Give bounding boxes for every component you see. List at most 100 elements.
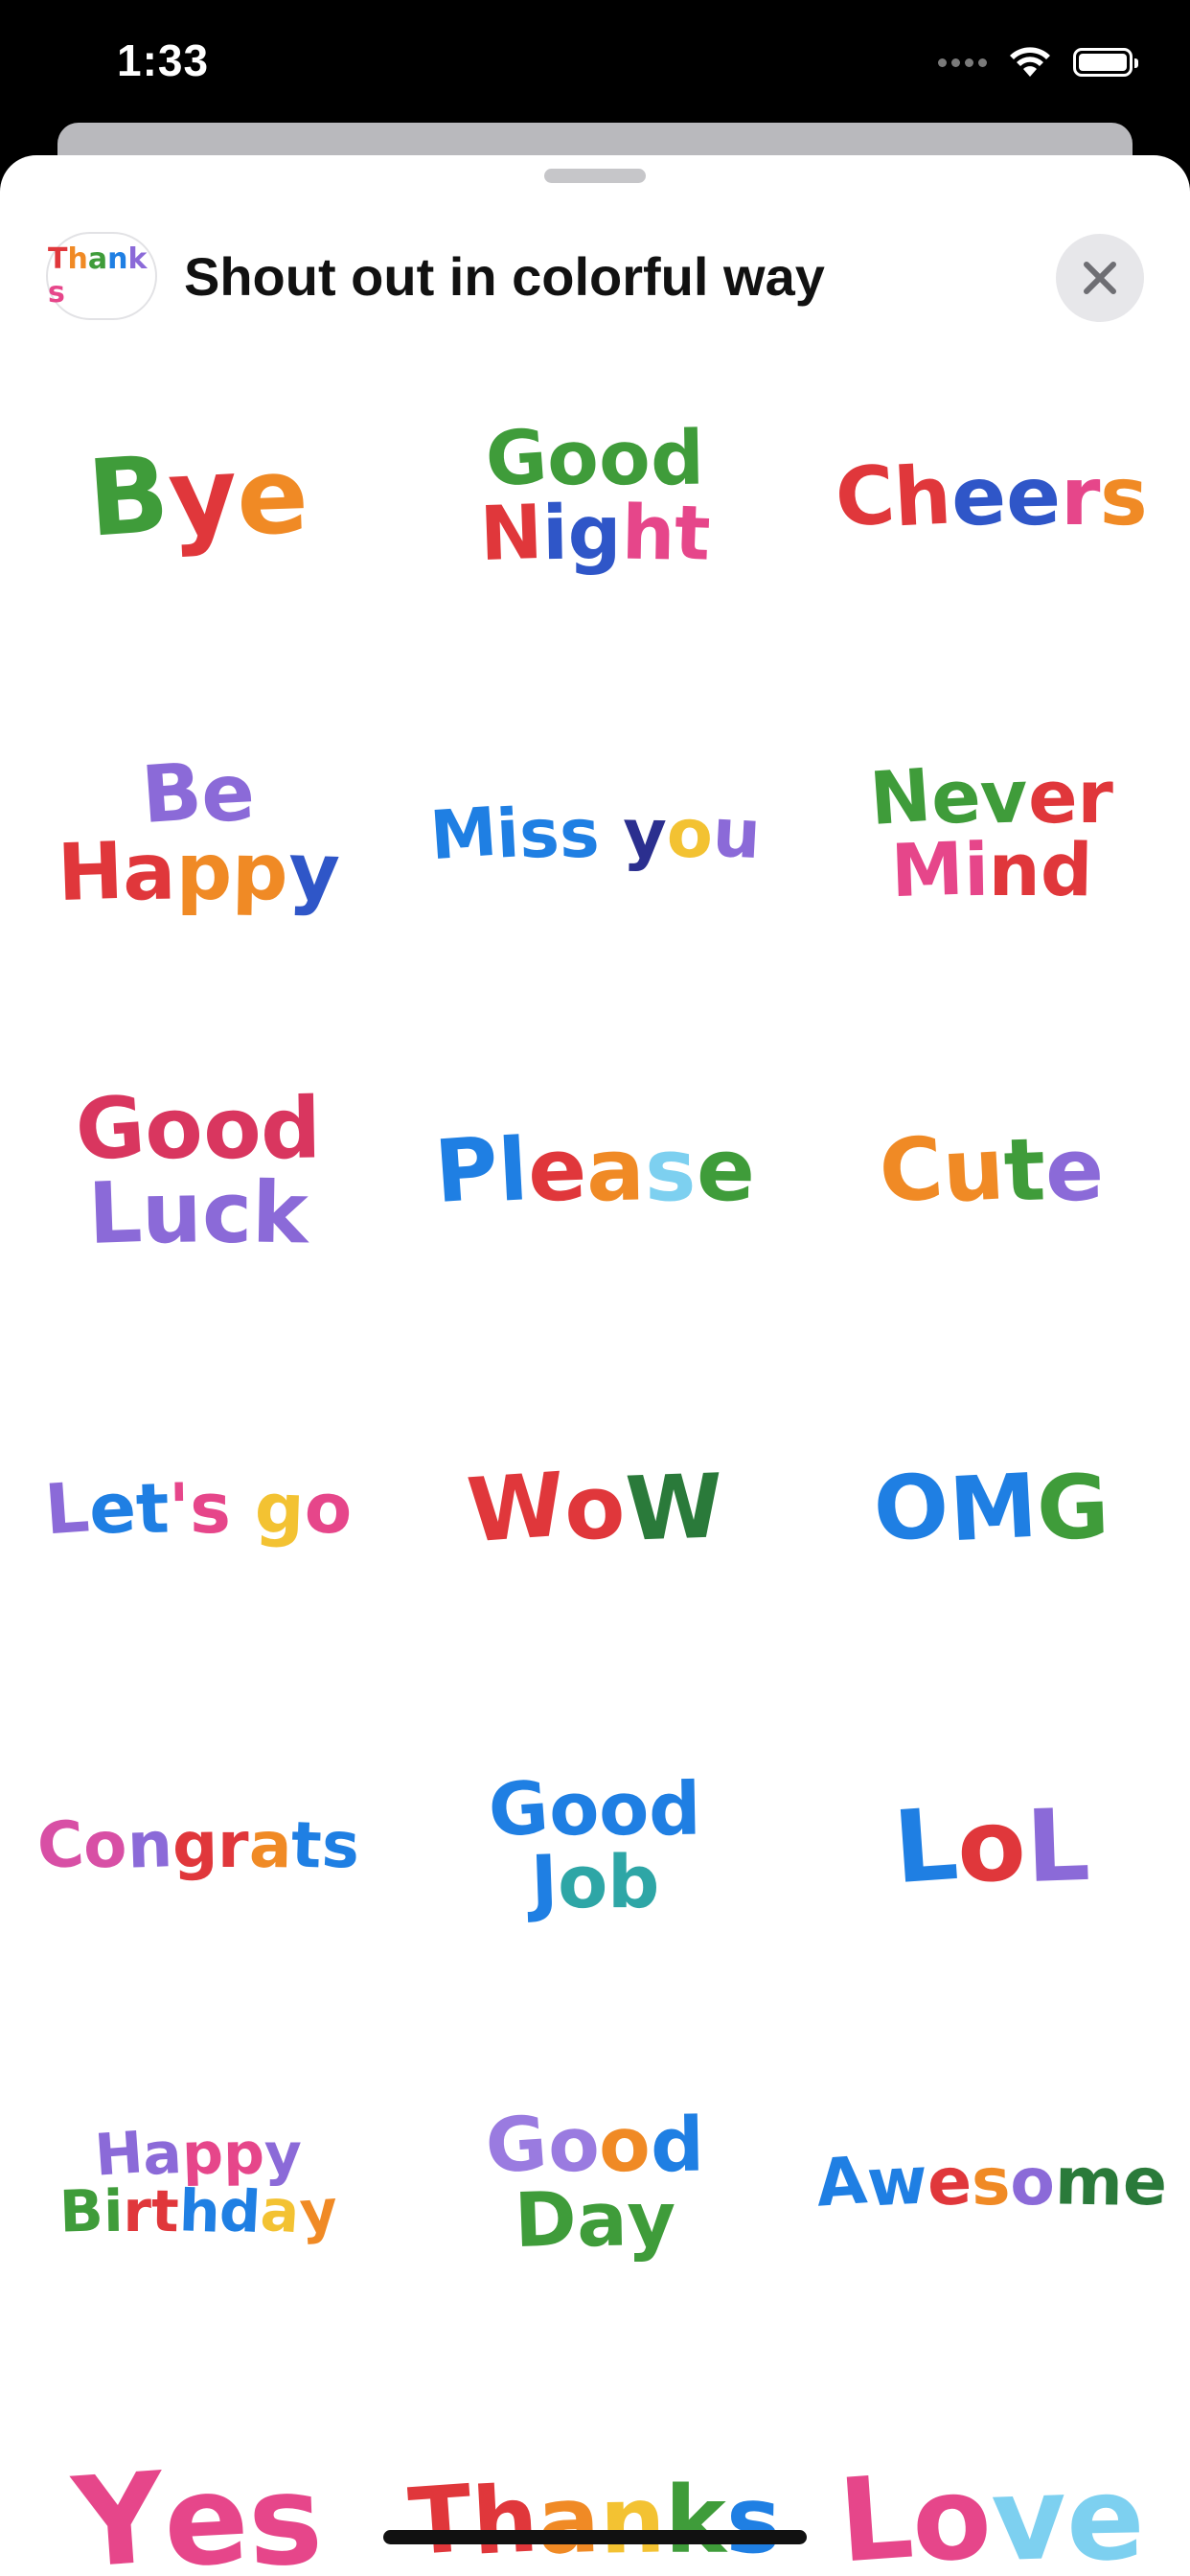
sticker-letter: g <box>172 1807 218 1883</box>
sticker-lettering: Happy Birthday <box>58 2119 339 2247</box>
sticker-omg[interactable]: OMG <box>793 1340 1190 1677</box>
sticker-letter: o <box>665 794 715 874</box>
sticker-letter: r <box>1061 449 1101 543</box>
battery-icon <box>1073 48 1138 77</box>
sticker-line: Good <box>486 1764 701 1853</box>
sticker-letter: o <box>597 415 652 503</box>
sticker-letter: G <box>72 1076 149 1181</box>
sticker-letter: C <box>832 447 898 546</box>
sticker-letter: m <box>1054 2144 1124 2221</box>
sticker-letter: u <box>940 1118 1007 1223</box>
sticker-letter: t <box>673 490 712 578</box>
sticker-letter: p <box>231 826 289 919</box>
sticker-line: Good <box>480 414 711 504</box>
sticker-letter: e <box>950 448 1008 544</box>
sticker-letter: n <box>988 827 1041 912</box>
sticker-letter: s <box>971 2144 1011 2221</box>
sticker-letter: d <box>1039 826 1093 913</box>
sticker-line: Day <box>486 2176 703 2265</box>
sticker-be-happy[interactable]: Be Happy <box>0 665 397 1002</box>
sticker-letter: e <box>86 1466 138 1551</box>
sticker-good-night[interactable]: Good Night <box>397 328 793 665</box>
sticker-line: Happy <box>56 826 341 919</box>
sticker-letter: o <box>597 1765 651 1852</box>
close-icon <box>1084 262 1116 294</box>
status-indicators <box>938 46 1138 79</box>
sticker-let-s-go[interactable]: Let's go <box>0 1340 397 1677</box>
sticker-please[interactable]: Please <box>397 1002 793 1340</box>
sticker-lettering: Let's go <box>42 1466 354 1551</box>
sticker-letter: r <box>123 2178 151 2245</box>
sticker-letter: T <box>405 2464 476 2576</box>
sticker-letter: d <box>649 415 705 503</box>
sticker-cheers[interactable]: Cheers <box>793 328 1190 665</box>
sticker-letter: G <box>483 2100 551 2192</box>
sticker-lettering: Be Happy <box>56 747 341 919</box>
sticker-line: Thanks <box>405 2464 782 2576</box>
sticker-letter: o <box>954 1785 1029 1906</box>
sticker-line: Please <box>432 1118 756 1223</box>
sticker-congrats[interactable]: Congrats <box>0 1677 397 2014</box>
sticker-cute[interactable]: Cute <box>793 1002 1190 1340</box>
sticker-letter: C <box>876 1117 947 1224</box>
sticker-good-job[interactable]: Good Job <box>397 1677 793 2014</box>
sticker-letter: W <box>464 1453 568 1563</box>
sticker-yes[interactable]: Yes <box>0 2352 397 2576</box>
sticker-letter: h <box>177 2177 221 2246</box>
sticker-letter: e <box>1121 2144 1169 2221</box>
sticker-awesome[interactable]: Awesome <box>793 2014 1190 2352</box>
sticker-lol[interactable]: LoL <box>793 1677 1190 2014</box>
cellular-signal-icon <box>938 58 987 67</box>
sticker-letter: a <box>575 2176 629 2265</box>
sticker-lettering: Good Day <box>483 2100 705 2265</box>
app-icon-label: Thanks <box>48 242 148 310</box>
sticker-letter <box>230 1474 255 1543</box>
sticker-letter: i <box>103 2177 124 2246</box>
sticker-line: Cute <box>876 1117 1106 1224</box>
status-bar: 1:33 <box>0 0 1190 125</box>
sticker-happy-birthday[interactable]: Happy Birthday <box>0 2014 397 2352</box>
sticker-letter: d <box>649 2102 705 2190</box>
sticker-lettering: Love <box>835 2451 1146 2576</box>
sticker-letter: e <box>1044 1119 1106 1222</box>
sticker-letter: M <box>946 1454 1040 1562</box>
sticker-letter: y <box>165 433 240 560</box>
sticker-letter: c <box>202 1163 253 1262</box>
sticker-letter: s <box>724 2466 782 2575</box>
sticker-letter: g <box>567 491 622 577</box>
sticker-letter: u <box>710 793 763 875</box>
sticker-letter: e <box>526 1118 589 1223</box>
sticker-bye[interactable]: Bye <box>0 328 397 665</box>
sticker-letter: v <box>978 753 1030 840</box>
sticker-letter: ' <box>168 1467 191 1550</box>
sticker-letter: s <box>559 794 601 874</box>
sticker-letter: o <box>1010 2145 1055 2220</box>
sticker-letter: y <box>622 794 668 874</box>
sticker-line: Be <box>57 747 340 841</box>
close-button[interactable] <box>1056 234 1144 322</box>
sticker-wow[interactable]: WoW <box>397 1340 793 1677</box>
sticker-lettering: OMG <box>871 1454 1111 1562</box>
sticker-good-day[interactable]: Good Day <box>397 2014 793 2352</box>
sticker-letter: s <box>319 1807 362 1883</box>
sheet-grabber[interactable] <box>544 169 646 183</box>
sticker-lettering: Miss you <box>427 793 763 876</box>
sticker-letter: o <box>545 2101 602 2191</box>
sticker-letter: L <box>42 1466 92 1551</box>
sticker-line: Birthday <box>58 2176 339 2247</box>
sticker-letter: e <box>926 2144 973 2221</box>
sticker-letter: t <box>1002 1119 1047 1222</box>
sticker-never-mind[interactable]: Never Mind <box>793 665 1190 1002</box>
sticker-letter: a <box>141 2119 184 2190</box>
sticker-letter: e <box>1027 753 1079 840</box>
sticker-line: Never <box>867 752 1113 841</box>
sticker-letter: l <box>495 1119 531 1222</box>
sticker-love[interactable]: Love <box>793 2352 1190 2576</box>
sticker-letter: e <box>928 752 983 841</box>
sticker-letter: o <box>142 1077 206 1180</box>
home-indicator <box>383 2530 807 2544</box>
sticker-miss-you[interactable]: Miss you <box>397 665 793 1002</box>
sticker-good-luck[interactable]: Good Luck <box>0 1002 397 1340</box>
sticker-letter: p <box>180 2120 224 2189</box>
sticker-letter: d <box>217 2176 263 2247</box>
